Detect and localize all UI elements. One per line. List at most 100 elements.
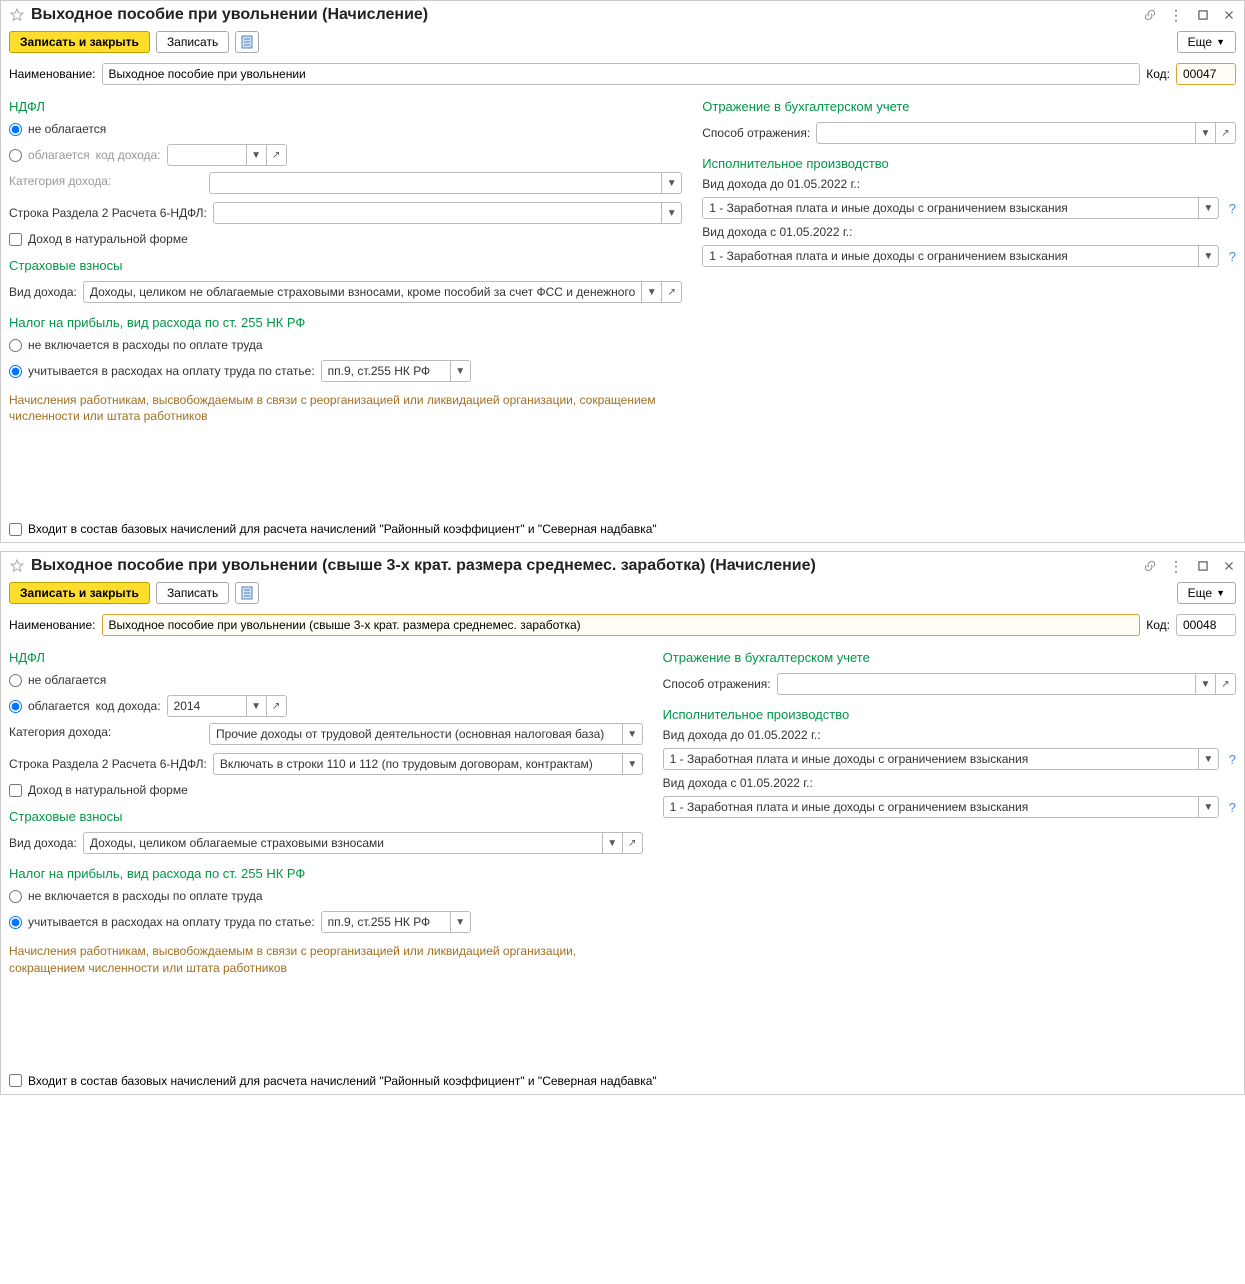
save-button[interactable]: Записать [156,582,229,604]
dropdown-icon[interactable]: ▼ [623,753,643,775]
income-category-input[interactable]: Прочие доходы от трудовой деятельности (… [209,723,623,745]
base-accruals-checkbox[interactable] [9,523,22,536]
ndfl-not-taxed-radio[interactable]: не облагается [9,122,682,136]
help-icon[interactable]: ? [1229,800,1236,815]
profit-not-included-radio[interactable]: не включается в расходы по оплате труда [9,338,682,352]
report-icon-button[interactable] [235,31,259,53]
open-icon[interactable]: ↗ [1216,122,1236,144]
row-section2-input[interactable] [213,202,662,224]
income-code-input[interactable] [167,144,247,166]
name-input[interactable]: Выходное пособие при увольнении (свыше 3… [102,614,1141,636]
income-category-input[interactable] [209,172,662,194]
accounting-method-input[interactable] [777,673,1196,695]
dropdown-icon[interactable]: ▼ [247,695,267,717]
open-icon[interactable]: ↗ [267,144,287,166]
dropdown-icon[interactable]: ▼ [1199,197,1219,219]
income-before-input[interactable]: 1 - Заработная плата и иные доходы с огр… [702,197,1199,219]
dropdown-icon[interactable]: ▼ [662,202,682,224]
link-icon[interactable] [1143,559,1157,573]
radio-input[interactable] [9,700,22,713]
close-icon[interactable] [1222,559,1236,573]
window-accrual-2: Выходное пособие при увольнении (свыше 3… [0,551,1245,1094]
dropdown-icon[interactable]: ▼ [1199,796,1219,818]
help-icon[interactable]: ? [1229,752,1236,767]
save-close-button[interactable]: Записать и закрыть [9,31,150,53]
save-button[interactable]: Записать [156,31,229,53]
base-accruals-checkbox[interactable] [9,1074,22,1087]
income-code-label: код дохода: [96,699,161,713]
dropdown-icon[interactable]: ▼ [623,723,643,745]
income-after-input[interactable]: 1 - Заработная плата и иные доходы с огр… [702,245,1199,267]
open-icon[interactable]: ↗ [662,281,682,303]
natural-income-checkbox[interactable]: Доход в натуральной форме [9,783,643,797]
dropdown-icon[interactable]: ▼ [451,360,471,382]
accounting-method-label: Способ отражения: [702,126,810,140]
close-icon[interactable] [1222,8,1236,22]
open-icon[interactable]: ↗ [623,832,643,854]
accounting-section-title: Отражение в бухгалтерском учете [663,650,1236,665]
open-icon[interactable]: ↗ [1216,673,1236,695]
natural-income-checkbox[interactable]: Доход в натуральной форме [9,232,682,246]
help-icon[interactable]: ? [1229,249,1236,264]
more-button[interactable]: Еще ▼ [1177,582,1236,604]
code-input[interactable]: 00047 [1176,63,1236,85]
income-code-input-group: ▼ ↗ [167,144,287,166]
favorite-star-icon[interactable] [9,7,25,23]
radio-input[interactable] [9,123,22,136]
dropdown-icon[interactable]: ▼ [642,281,662,303]
profit-not-included-radio[interactable]: не включается в расходы по оплате труда [9,889,643,903]
checkbox-input[interactable] [9,784,22,797]
row-section2-input[interactable]: Включать в строки 110 и 112 (по трудовым… [213,753,623,775]
help-icon[interactable]: ? [1229,201,1236,216]
income-code-input[interactable]: 2014 [167,695,247,717]
execution-section-title: Исполнительное производство [663,707,1236,722]
dropdown-icon[interactable]: ▼ [1196,122,1216,144]
maximize-icon[interactable] [1196,559,1210,573]
footer: Входит в состав базовых начислений для р… [1,516,1244,542]
dropdown-icon[interactable]: ▼ [662,172,682,194]
favorite-star-icon[interactable] [9,558,25,574]
profit-accounted-radio[interactable]: учитывается в расходах на оплату труда п… [9,364,315,378]
accounting-method-input[interactable] [816,122,1196,144]
profit-article-input[interactable]: пп.9, ст.255 НК РФ [321,360,451,382]
ndfl-not-taxed-radio[interactable]: не облагается [9,673,643,687]
more-button[interactable]: Еще ▼ [1177,31,1236,53]
income-after-input[interactable]: 1 - Заработная плата и иные доходы с огр… [663,796,1199,818]
link-icon[interactable] [1143,8,1157,22]
radio-input[interactable] [9,339,22,352]
radio-input[interactable] [9,916,22,929]
insurance-income-type-input[interactable]: Доходы, целиком не облагаемые страховыми… [83,281,642,303]
save-close-button[interactable]: Записать и закрыть [9,582,150,604]
radio-input[interactable] [9,674,22,687]
profit-accounted-radio[interactable]: учитывается в расходах на оплату труда п… [9,915,315,929]
radio-input[interactable] [9,149,22,162]
report-icon-button[interactable] [235,582,259,604]
ndfl-taxed-radio[interactable]: облагается [9,699,90,713]
dropdown-icon[interactable]: ▼ [247,144,267,166]
name-input[interactable]: Выходное пособие при увольнении [102,63,1141,85]
radio-label: не облагается [28,122,106,136]
checkbox-label: Доход в натуральной форме [28,783,188,797]
accounting-method-label: Способ отражения: [663,677,771,691]
profit-article-input[interactable]: пп.9, ст.255 НК РФ [321,911,451,933]
help-text: Начисления работникам, высвобождаемым в … [9,392,682,424]
kebab-menu-icon[interactable]: ⋮ [1169,7,1184,24]
radio-label: учитывается в расходах на оплату труда п… [28,915,315,929]
code-input[interactable]: 00048 [1176,614,1236,636]
kebab-menu-icon[interactable]: ⋮ [1169,558,1184,575]
radio-input[interactable] [9,890,22,903]
insurance-income-type-input[interactable]: Доходы, целиком облагаемые страховыми вз… [83,832,603,854]
dropdown-icon[interactable]: ▼ [1199,748,1219,770]
maximize-icon[interactable] [1196,8,1210,22]
dropdown-icon[interactable]: ▼ [1199,245,1219,267]
insurance-income-type-group: Доходы, целиком облагаемые страховыми вз… [83,832,643,854]
document-icon [241,586,253,600]
open-icon[interactable]: ↗ [267,695,287,717]
dropdown-icon[interactable]: ▼ [1196,673,1216,695]
radio-input[interactable] [9,365,22,378]
dropdown-icon[interactable]: ▼ [451,911,471,933]
ndfl-taxed-radio[interactable]: облагается [9,148,90,162]
dropdown-icon[interactable]: ▼ [603,832,623,854]
checkbox-input[interactable] [9,233,22,246]
income-before-input[interactable]: 1 - Заработная плата и иные доходы с огр… [663,748,1199,770]
